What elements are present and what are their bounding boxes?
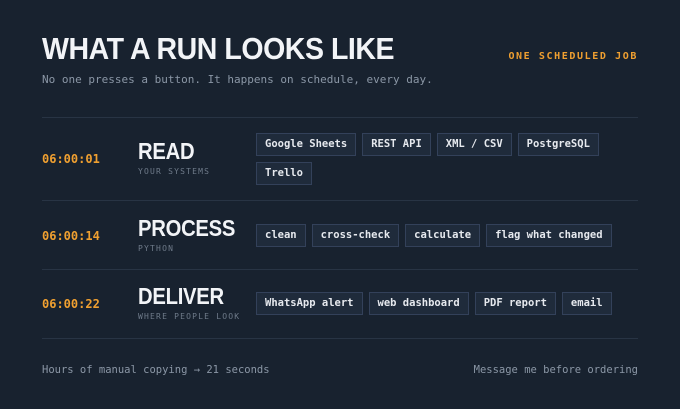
stage-subtitle: YOUR SYSTEMS (138, 167, 211, 176)
tag: XML / CSV (436, 133, 512, 156)
job-badge: ONE SCHEDULED JOB (508, 51, 638, 62)
stage-name: READ (138, 138, 195, 164)
tag: cross-check (311, 224, 400, 247)
tag-list: WhatsApp alert web dashboard PDF report … (256, 292, 638, 315)
tag: web dashboard (368, 292, 469, 315)
stage-name: PROCESS (138, 215, 236, 241)
tag-list: Google Sheets REST API XML / CSV Postgre… (256, 133, 638, 185)
tag: REST API (362, 133, 431, 156)
stage-label: PROCESS PYTHON (138, 216, 248, 253)
tag: PostgreSQL (517, 133, 599, 156)
tag: PDF report (474, 292, 556, 315)
divider (42, 338, 638, 339)
stage-time: 06:00:01 (42, 152, 100, 166)
stage-time: 06:00:14 (42, 229, 100, 243)
stage-label: READ YOUR SYSTEMS (138, 139, 210, 176)
tag: WhatsApp alert (256, 292, 363, 315)
tag-list: clean cross-check calculate flag what ch… (256, 224, 638, 247)
divider (42, 269, 638, 270)
footer: Hours of manual copying → 21 seconds Mes… (42, 364, 638, 376)
stage-subtitle: PYTHON (138, 244, 175, 253)
page-subtitle: No one presses a button. It happens on s… (42, 73, 433, 86)
tag: calculate (405, 224, 481, 247)
tag: Trello (256, 162, 312, 185)
footer-summary: Hours of manual copying → 21 seconds (42, 364, 270, 376)
stage-subtitle: WHERE PEOPLE LOOK (138, 312, 241, 321)
footer-cta: Message me before ordering (473, 364, 638, 376)
header: WHAT A RUN LOOKS LIKE ONE SCHEDULED JOB … (42, 30, 638, 86)
page-title: WHAT A RUN LOOKS LIKE (42, 31, 395, 66)
divider (42, 200, 638, 201)
stage-name: DELIVER (138, 283, 224, 309)
tag: Google Sheets (256, 133, 357, 156)
stage-time: 06:00:22 (42, 297, 100, 311)
tag: clean (256, 224, 306, 247)
divider (42, 117, 638, 118)
tag: email (561, 292, 612, 315)
tag: flag what changed (486, 224, 612, 247)
stage-label: DELIVER WHERE PEOPLE LOOK (138, 284, 240, 321)
